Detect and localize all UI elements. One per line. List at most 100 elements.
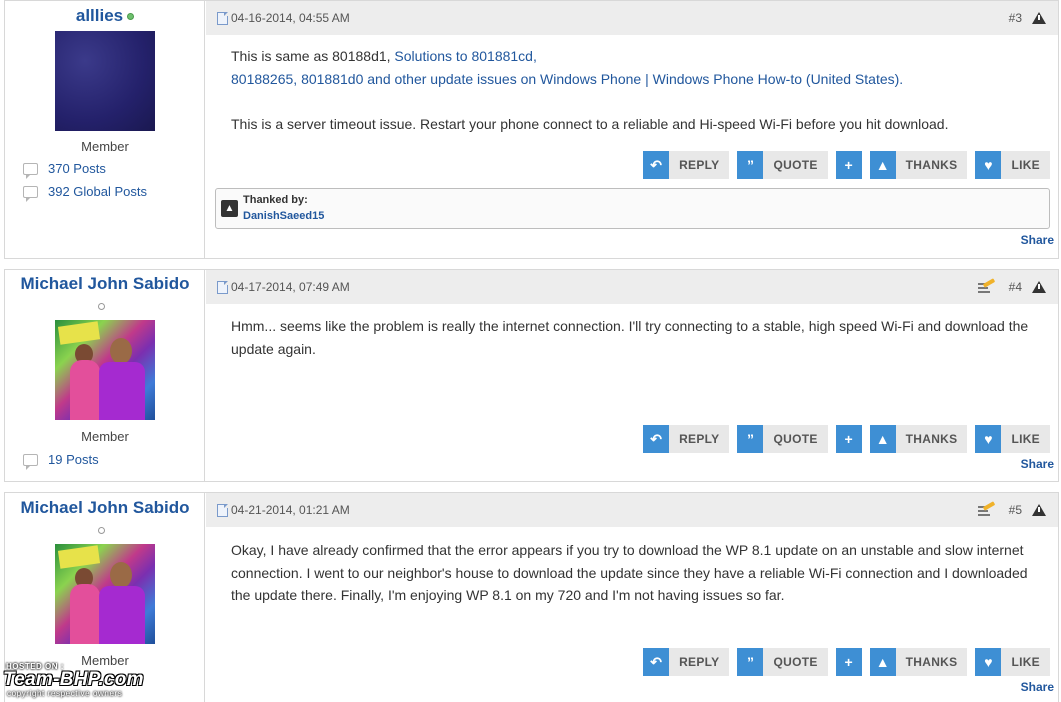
reply-button[interactable]: ↶ REPLY — [643, 425, 730, 453]
multiquote-plus-icon: + — [835, 425, 862, 453]
quote-label: QUOTE — [773, 655, 818, 669]
share-link[interactable]: Share — [1021, 680, 1054, 694]
report-warning-icon[interactable] — [1032, 504, 1046, 516]
post-date-text: 04-21-2014, 01:21 AM — [231, 503, 350, 517]
speech-bubble-icon — [23, 453, 38, 470]
post-3: alllies Member 370 Posts 392 Global Post… — [4, 0, 1059, 259]
post-actions: ↶ REPLY ” QUOTE + ▲ THANKS ♥ LIKE — [643, 151, 1050, 179]
quote-button[interactable]: ” QUOTE — [737, 425, 828, 453]
reply-arrow-icon: ↶ — [643, 151, 670, 179]
reply-button[interactable]: ↶ REPLY — [643, 648, 730, 676]
multiquote-button[interactable]: + — [835, 425, 862, 453]
username-link[interactable]: Michael John Sabido — [5, 498, 205, 518]
quote-bubble-icon: ” — [737, 648, 764, 676]
thanks-button[interactable]: ▲ THANKS — [869, 425, 968, 453]
like-button[interactable]: ♥ LIKE — [975, 151, 1050, 179]
post-body: 04-17-2014, 07:49 AM #4 Hmm... seems lik… — [206, 270, 1058, 481]
message-paragraph: This is a server timeout issue. Restart … — [231, 116, 949, 132]
hosting-watermark: HOSTED ON : Team-BHP.com copyright respe… — [3, 662, 193, 700]
posts-count-link[interactable]: 370 Posts — [48, 161, 106, 176]
thanks-button[interactable]: ▲ THANKS — [869, 151, 968, 179]
user-posts-count[interactable]: 370 Posts — [23, 161, 106, 179]
message-line: This is same as 80188d1, Solutions to 80… — [231, 45, 1038, 68]
speech-bubble-icon — [23, 185, 38, 202]
solutions-link[interactable]: Solutions to 801881cd, — [394, 48, 536, 64]
post-date: 04-17-2014, 07:49 AM — [217, 280, 350, 294]
user-info-panel: alllies Member 370 Posts 392 Global Post… — [5, 1, 205, 258]
document-icon — [217, 503, 228, 517]
user-info-panel: Michael John Sabido Member 19 Posts — [5, 270, 205, 481]
message-paragraph: Hmm... seems like the problem is really … — [231, 318, 1029, 357]
thanked-by-box: ▲ Thanked by: DanishSaeed15 — [215, 188, 1050, 229]
avatar[interactable] — [55, 31, 155, 131]
post-4: Michael John Sabido Member 19 Posts 04-1… — [4, 269, 1059, 482]
reply-label: REPLY — [679, 158, 720, 172]
document-icon — [217, 11, 228, 25]
thanks-button[interactable]: ▲ THANKS — [869, 648, 968, 676]
post-date: 04-16-2014, 04:55 AM — [217, 11, 350, 25]
document-icon — [217, 280, 228, 294]
post-number-link[interactable]: #3 — [1009, 11, 1022, 25]
heart-icon: ♥ — [975, 151, 1002, 179]
message-text: This is same as 80188d1, — [231, 48, 395, 64]
heart-icon: ♥ — [975, 425, 1002, 453]
report-warning-icon[interactable] — [1032, 12, 1046, 24]
post-message: Okay, I have already confirmed that the … — [231, 539, 1038, 607]
post-body: 04-16-2014, 04:55 AM #3 This is same as … — [206, 1, 1058, 258]
avatar[interactable] — [55, 320, 155, 420]
like-label: LIKE — [1011, 158, 1040, 172]
thanks-label: THANKS — [905, 655, 958, 669]
post-date-text: 04-16-2014, 04:55 AM — [231, 11, 350, 25]
username-link[interactable]: alllies — [5, 6, 205, 26]
user-global-posts[interactable]: 392 Global Posts — [23, 184, 147, 202]
global-posts-link[interactable]: 392 Global Posts — [48, 184, 147, 199]
quote-button[interactable]: ” QUOTE — [737, 648, 828, 676]
multiquote-plus-icon: + — [835, 648, 862, 676]
user-posts-count[interactable]: 19 Posts — [23, 452, 99, 470]
offline-status-icon — [98, 527, 105, 534]
user-role: Member — [81, 429, 129, 444]
quote-bubble-icon: ” — [737, 151, 764, 179]
post-date-text: 04-17-2014, 07:49 AM — [231, 280, 350, 294]
quote-button[interactable]: ” QUOTE — [737, 151, 828, 179]
solutions-link-continued[interactable]: 80188265, 801881d0 and other update issu… — [231, 71, 903, 87]
reply-arrow-icon: ↶ — [643, 425, 670, 453]
report-warning-icon[interactable] — [1032, 281, 1046, 293]
thanks-label: THANKS — [905, 158, 958, 172]
like-button[interactable]: ♥ LIKE — [975, 648, 1050, 676]
reply-arrow-icon: ↶ — [643, 648, 670, 676]
online-status-icon — [127, 13, 135, 21]
username-text[interactable]: alllies — [76, 6, 123, 25]
thumbs-up-icon: ▲ — [221, 200, 238, 217]
post-body: 04-21-2014, 01:21 AM #5 Okay, I have alr… — [206, 493, 1058, 702]
like-label: LIKE — [1011, 432, 1040, 446]
username-link[interactable]: Michael John Sabido — [5, 274, 205, 294]
heart-icon: ♥ — [975, 648, 1002, 676]
thanked-user-link[interactable]: DanishSaeed15 — [243, 210, 324, 222]
post-actions: ↶ REPLY ” QUOTE + ▲ THANKS ♥ LIKE — [643, 648, 1050, 676]
watermark-site-logo: Team-BHP.com — [3, 669, 144, 690]
reply-button[interactable]: ↶ REPLY — [643, 151, 730, 179]
multiquote-button[interactable]: + — [835, 648, 862, 676]
post-header: 04-21-2014, 01:21 AM #5 — [206, 493, 1058, 527]
post-number-link[interactable]: #5 — [1009, 503, 1022, 517]
quote-label: QUOTE — [773, 432, 818, 446]
reply-label: REPLY — [679, 432, 720, 446]
speech-bubble-icon — [23, 162, 38, 179]
reply-label: REPLY — [679, 655, 720, 669]
user-role: Member — [81, 139, 129, 154]
posts-count-link[interactable]: 19 Posts — [48, 452, 99, 467]
edited-pencil-icon — [978, 501, 996, 516]
post-actions: ↶ REPLY ” QUOTE + ▲ THANKS ♥ LIKE — [643, 425, 1050, 453]
post-header: 04-16-2014, 04:55 AM #3 — [206, 1, 1058, 35]
multiquote-button[interactable]: + — [835, 151, 862, 179]
share-link[interactable]: Share — [1021, 457, 1054, 471]
like-button[interactable]: ♥ LIKE — [975, 425, 1050, 453]
post-number-link[interactable]: #4 — [1009, 280, 1022, 294]
avatar[interactable] — [55, 544, 155, 644]
watermark-copyright: copyright respective owners — [7, 689, 123, 698]
thanked-by-label: Thanked by: — [243, 194, 308, 206]
thumbs-up-icon: ▲ — [869, 151, 896, 179]
share-link[interactable]: Share — [1021, 233, 1054, 247]
thumbs-up-icon: ▲ — [869, 425, 896, 453]
